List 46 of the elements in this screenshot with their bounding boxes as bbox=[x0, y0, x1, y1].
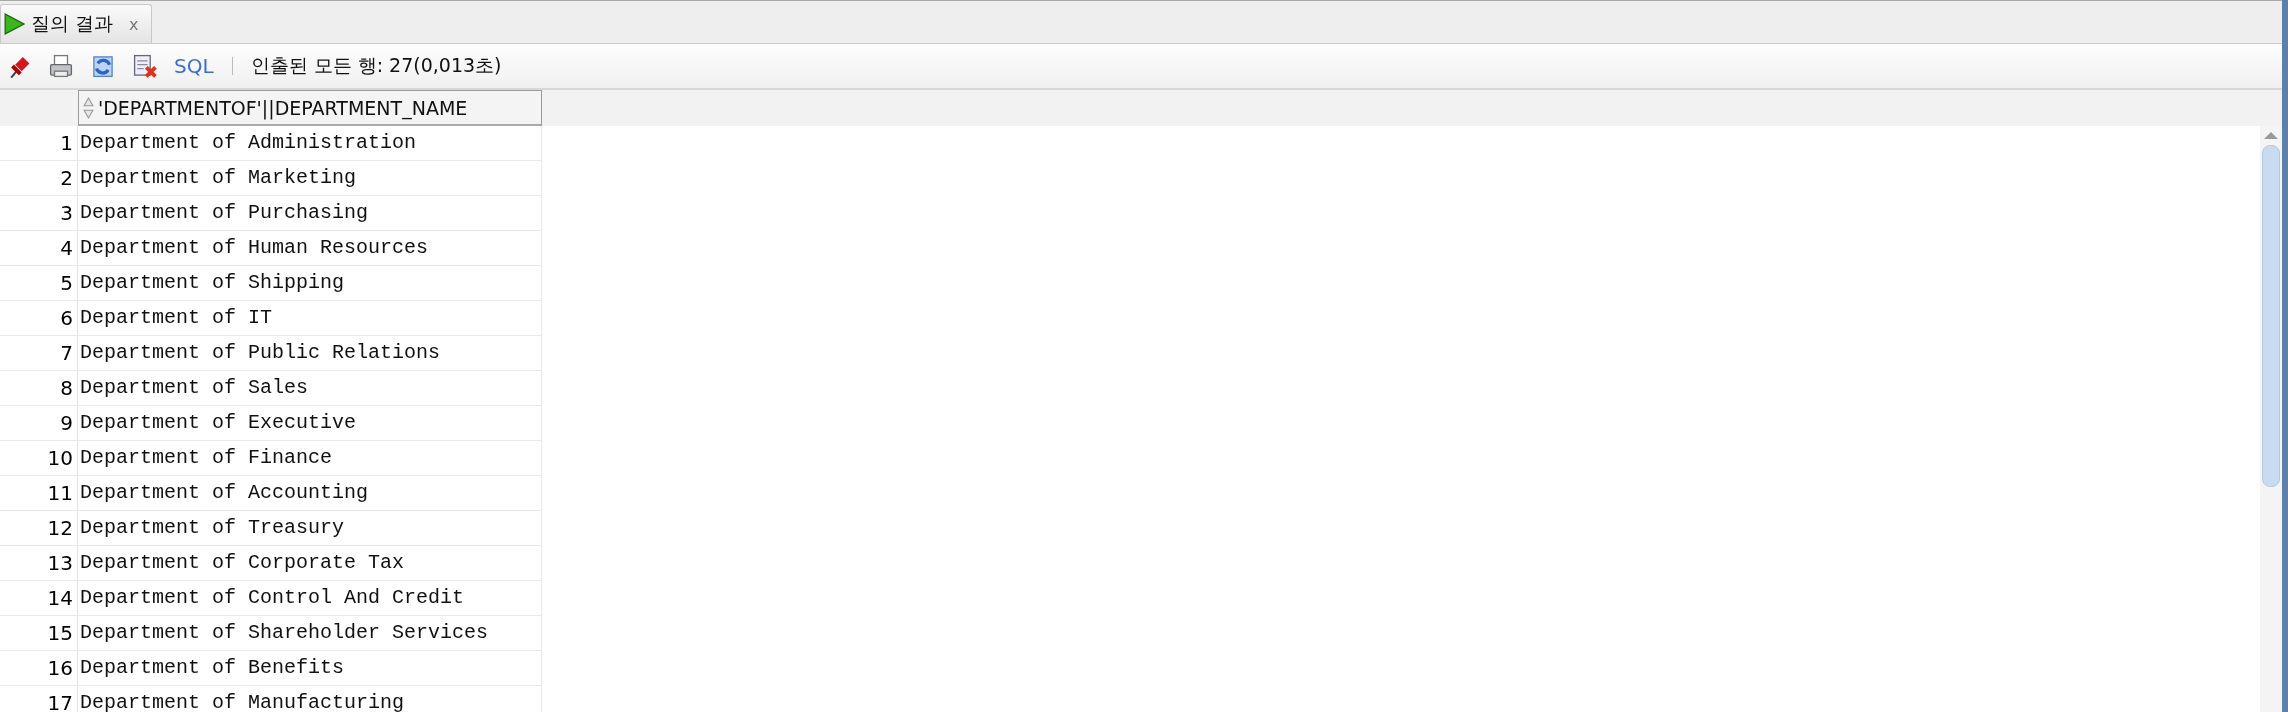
column-title: 'DEPARTMENTOF'||DEPARTMENT_NAME bbox=[98, 96, 468, 119]
row-number: 5 bbox=[0, 266, 78, 301]
row-number: 7 bbox=[0, 336, 78, 371]
row-number: 3 bbox=[0, 196, 78, 231]
row-number: 9 bbox=[0, 406, 78, 441]
row-number: 17 bbox=[0, 686, 78, 712]
row-number: 11 bbox=[0, 476, 78, 511]
table-cell: Department of Purchasing bbox=[78, 196, 542, 231]
table-cell: Department of Human Resources bbox=[78, 231, 542, 266]
table-cell: Department of Public Relations bbox=[78, 336, 542, 371]
table-cell: Department of Shareholder Services bbox=[78, 616, 542, 651]
status-text: 인출된 모든 행: 27(0,013초) bbox=[250, 53, 502, 78]
table-cell: Department of Benefits bbox=[78, 651, 542, 686]
table-cell: Department of Treasury bbox=[78, 511, 542, 546]
column-header[interactable]: 'DEPARTMENTOF'||DEPARTMENT_NAME bbox=[78, 90, 542, 126]
table-cell: Department of Manufacturing bbox=[78, 686, 542, 712]
row-number: 2 bbox=[0, 161, 78, 196]
table-cell: Department of Executive bbox=[78, 406, 542, 441]
row-number: 14 bbox=[0, 581, 78, 616]
table-cell: Department of Marketing bbox=[78, 161, 542, 196]
row-number: 16 bbox=[0, 651, 78, 686]
table-cell: Department of Finance bbox=[78, 441, 542, 476]
sort-icon bbox=[83, 96, 94, 119]
play-icon bbox=[3, 12, 25, 36]
table-cell: Department of Sales bbox=[78, 371, 542, 406]
row-number: 1 bbox=[0, 126, 78, 161]
row-number: 12 bbox=[0, 511, 78, 546]
row-number: 10 bbox=[0, 441, 78, 476]
row-number: 15 bbox=[0, 616, 78, 651]
row-number: 8 bbox=[0, 371, 78, 406]
row-number: 4 bbox=[0, 231, 78, 266]
sql-link[interactable]: SQL bbox=[174, 54, 214, 78]
close-button[interactable]: x bbox=[129, 14, 139, 34]
delete-document-icon[interactable] bbox=[132, 53, 158, 79]
table-cell: Department of Control And Credit bbox=[78, 581, 542, 616]
table-cell: Department of Corporate Tax bbox=[78, 546, 542, 581]
table-cell: Department of Shipping bbox=[78, 266, 542, 301]
print-icon[interactable] bbox=[48, 53, 74, 79]
table-cell: Department of Administration bbox=[78, 126, 542, 161]
table-cell: Department of IT bbox=[78, 301, 542, 336]
table-cell: Department of Accounting bbox=[78, 476, 542, 511]
row-number: 13 bbox=[0, 546, 78, 581]
row-number: 6 bbox=[0, 301, 78, 336]
tab-label[interactable]: 질의 결과 bbox=[31, 11, 114, 37]
result-tab[interactable]: 질의 결과 x bbox=[0, 4, 152, 43]
refresh-icon[interactable] bbox=[90, 53, 116, 79]
